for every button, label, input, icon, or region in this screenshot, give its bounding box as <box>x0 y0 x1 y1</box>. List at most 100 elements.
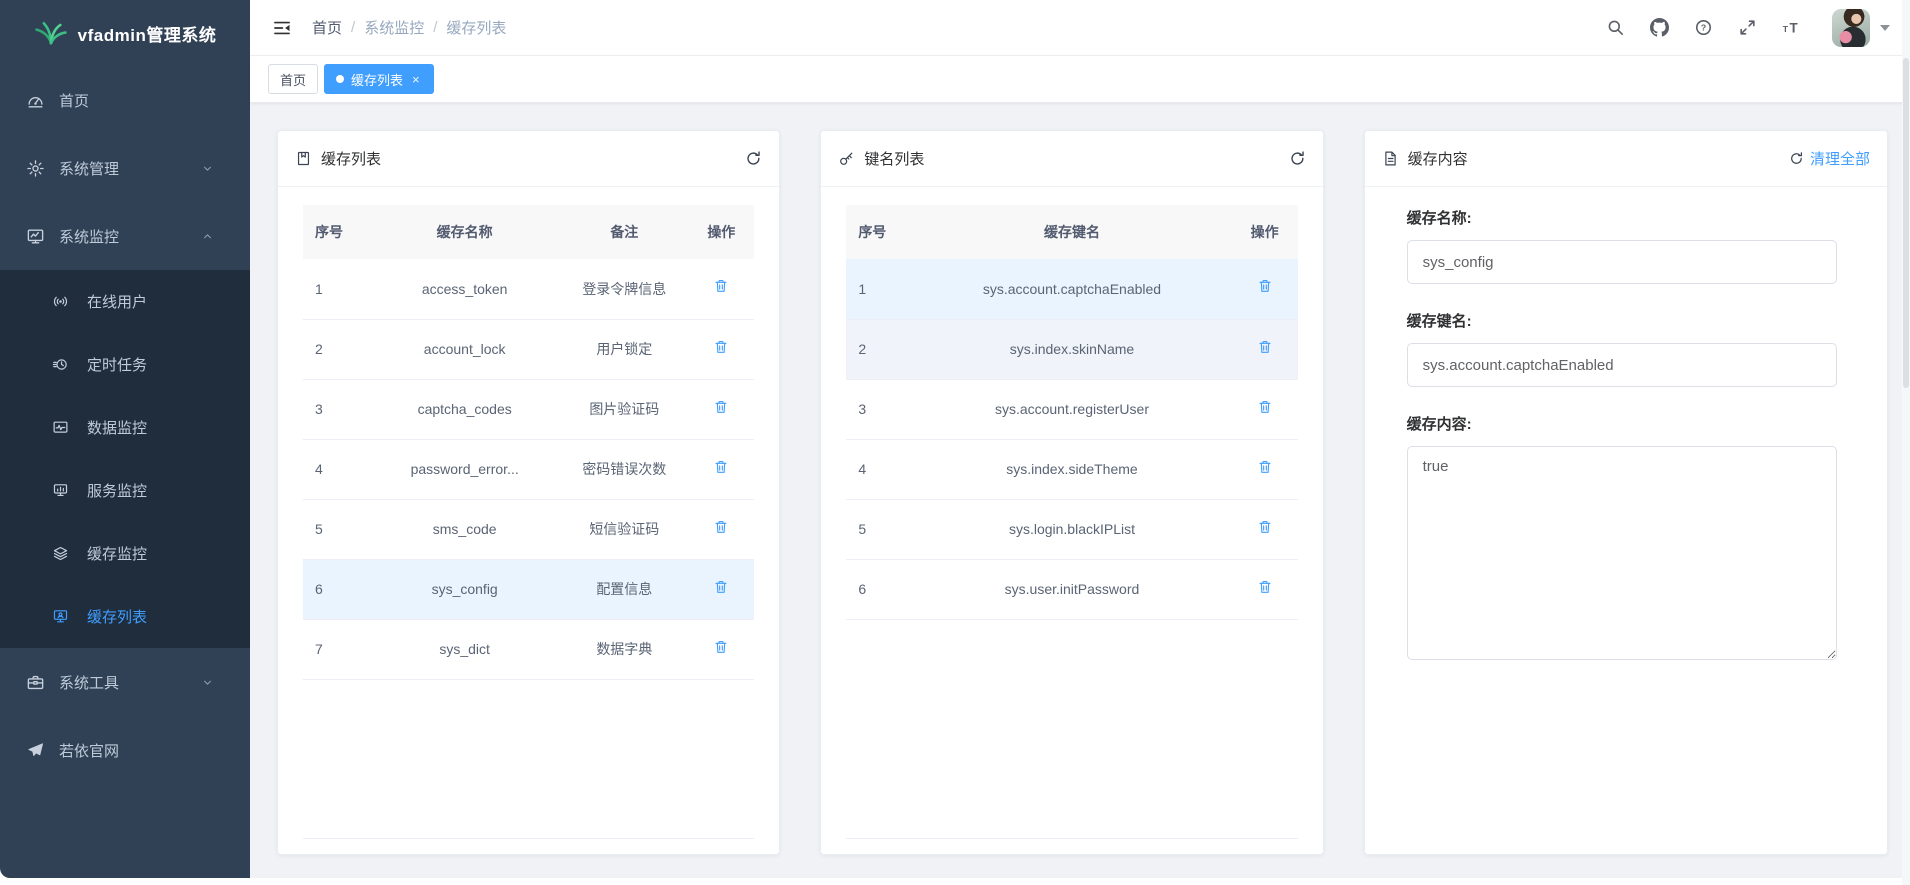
cache-content-textarea[interactable] <box>1407 446 1837 660</box>
data-monitor-icon <box>52 419 69 436</box>
table-row[interactable]: 7sys_dict数据字典 <box>303 619 754 679</box>
trash-icon <box>1257 278 1273 294</box>
trash-icon <box>1257 459 1273 475</box>
github-button[interactable] <box>1650 18 1669 37</box>
sidebar-item-scheduled-tasks[interactable]: 定时任务 <box>0 333 250 396</box>
tag-active[interactable]: 缓存列表 × <box>324 64 434 94</box>
delete-key-button[interactable] <box>1257 519 1273 540</box>
cache-key-field: 缓存键名: <box>1407 310 1837 387</box>
collection-icon <box>295 150 312 167</box>
table-row[interactable]: 2account_lock用户锁定 <box>303 319 754 379</box>
row-actions-cell <box>688 559 754 619</box>
collapse-sidebar-button[interactable] <box>272 18 292 38</box>
delete-key-button[interactable] <box>1257 399 1273 420</box>
delete-key-button[interactable] <box>1257 278 1273 299</box>
sidebar-item-cache-list[interactable]: 缓存列表 <box>0 585 250 648</box>
tag-label: 缓存列表 <box>351 70 403 89</box>
delete-key-button[interactable] <box>1257 339 1273 360</box>
refresh-cache-list-button[interactable] <box>745 150 762 167</box>
sidebar-item-system-monitor[interactable]: 系统监控 <box>0 202 250 270</box>
logo[interactable]: vfadmin管理系统 <box>0 0 250 66</box>
table-row[interactable]: 6sys.user.initPassword <box>846 559 1297 619</box>
delete-key-button[interactable] <box>1257 579 1273 600</box>
sidebar-item-data-monitor[interactable]: 数据监控 <box>0 396 250 459</box>
table-row[interactable]: 2sys.index.skinName <box>846 319 1297 379</box>
sidebar-item-online-users[interactable]: 在线用户 <box>0 270 250 333</box>
cell-index: 3 <box>846 379 912 439</box>
row-actions-cell <box>1232 439 1298 499</box>
font-size-button[interactable]: TT <box>1782 18 1801 37</box>
cache-key-input[interactable] <box>1407 343 1837 387</box>
delete-cache-button[interactable] <box>713 339 729 360</box>
cell-remark: 配置信息 <box>560 559 688 619</box>
breadcrumb-separator: / <box>433 19 437 36</box>
trash-icon <box>1257 519 1273 535</box>
table-row[interactable]: 3captcha_codes图片验证码 <box>303 379 754 439</box>
cell-index: 5 <box>846 499 912 559</box>
table-header-row: 序号缓存名称备注操作 <box>303 205 754 259</box>
sidebar-item-label: 若依官网 <box>59 740 119 761</box>
delete-cache-button[interactable] <box>713 459 729 480</box>
row-actions-cell <box>1232 319 1298 379</box>
cell-key: sys.account.captchaEnabled <box>912 259 1231 319</box>
user-avatar-dropdown[interactable] <box>1832 9 1890 47</box>
table-row[interactable]: 3sys.account.registerUser <box>846 379 1297 439</box>
key-list-card: 键名列表 序号缓存键名操作1sys.account.captchaEnabled… <box>820 130 1323 855</box>
key-list-card-body: 序号缓存键名操作1sys.account.captchaEnabled2sys.… <box>821 187 1322 854</box>
row-actions-cell <box>688 499 754 559</box>
table-row[interactable]: 5sms_code短信验证码 <box>303 499 754 559</box>
cell-name: sms_code <box>369 499 560 559</box>
table-row[interactable]: 1sys.account.captchaEnabled <box>846 259 1297 319</box>
sidebar-item-home[interactable]: 首页 <box>0 66 250 134</box>
service-monitor-icon <box>52 482 69 499</box>
table-row[interactable]: 6sys_config配置信息 <box>303 559 754 619</box>
tag-item[interactable]: 首页 <box>268 64 318 94</box>
sidebar-item-label: 系统工具 <box>59 672 119 693</box>
delete-cache-button[interactable] <box>713 579 729 600</box>
table-row[interactable]: 1access_token登录令牌信息 <box>303 259 754 319</box>
search-icon <box>1606 18 1625 37</box>
sidebar-item-system-management[interactable]: 系统管理 <box>0 134 250 202</box>
vertical-scrollbar[interactable] <box>1902 0 1910 885</box>
sidebar-item-system-tools[interactable]: 系统工具 <box>0 648 250 716</box>
delete-cache-button[interactable] <box>713 519 729 540</box>
cache-list-card-title: 缓存列表 <box>321 148 381 169</box>
sidebar: vfadmin管理系统 首页系统管理系统监控在线用户定时任务数据监控服务监控缓存… <box>0 0 250 878</box>
trash-icon <box>713 339 729 355</box>
row-actions-cell <box>1232 379 1298 439</box>
scrollbar-thumb[interactable] <box>1903 58 1909 388</box>
cache-content-label: 缓存内容: <box>1407 413 1837 434</box>
sidebar-item-cache-monitor[interactable]: 缓存监控 <box>0 522 250 585</box>
close-tag-button[interactable]: × <box>410 72 422 87</box>
briefcase-icon <box>26 673 45 692</box>
sidebar-item-service-monitor[interactable]: 服务监控 <box>0 459 250 522</box>
table-row[interactable]: 4password_error...密码错误次数 <box>303 439 754 499</box>
cell-key: sys.index.sideTheme <box>912 439 1231 499</box>
breadcrumb-item: 缓存列表 <box>446 17 506 38</box>
breadcrumb-item[interactable]: 首页 <box>312 17 342 38</box>
sidebar-item-ruoyi-site[interactable]: 若依官网 <box>0 716 250 784</box>
question-button[interactable]: ? <box>1694 18 1713 37</box>
cell-index: 1 <box>846 259 912 319</box>
delete-cache-button[interactable] <box>713 278 729 299</box>
search-button[interactable] <box>1606 18 1625 37</box>
clear-all-button[interactable]: 清理全部 <box>1789 148 1870 169</box>
refresh-key-list-button[interactable] <box>1289 150 1306 167</box>
cell-name: account_lock <box>369 319 560 379</box>
delete-cache-button[interactable] <box>713 399 729 420</box>
tag-active-dot <box>336 75 344 83</box>
column-header: 序号 <box>846 205 912 259</box>
row-actions-cell <box>1232 559 1298 619</box>
sidebar-item-label: 缓存监控 <box>87 543 147 564</box>
breadcrumb-item[interactable]: 系统监控 <box>364 17 424 38</box>
fullscreen-button[interactable] <box>1738 18 1757 37</box>
key-list-card-header: 键名列表 <box>821 131 1322 187</box>
cache-list-card: 缓存列表 序号缓存名称备注操作1access_token登录令牌信息2accou… <box>277 130 780 855</box>
delete-cache-button[interactable] <box>713 639 729 660</box>
cache-list-icon <box>52 608 69 625</box>
github-icon <box>1650 18 1669 37</box>
cache-name-input[interactable] <box>1407 240 1837 284</box>
table-row[interactable]: 4sys.index.sideTheme <box>846 439 1297 499</box>
delete-key-button[interactable] <box>1257 459 1273 480</box>
table-row[interactable]: 5sys.login.blackIPList <box>846 499 1297 559</box>
